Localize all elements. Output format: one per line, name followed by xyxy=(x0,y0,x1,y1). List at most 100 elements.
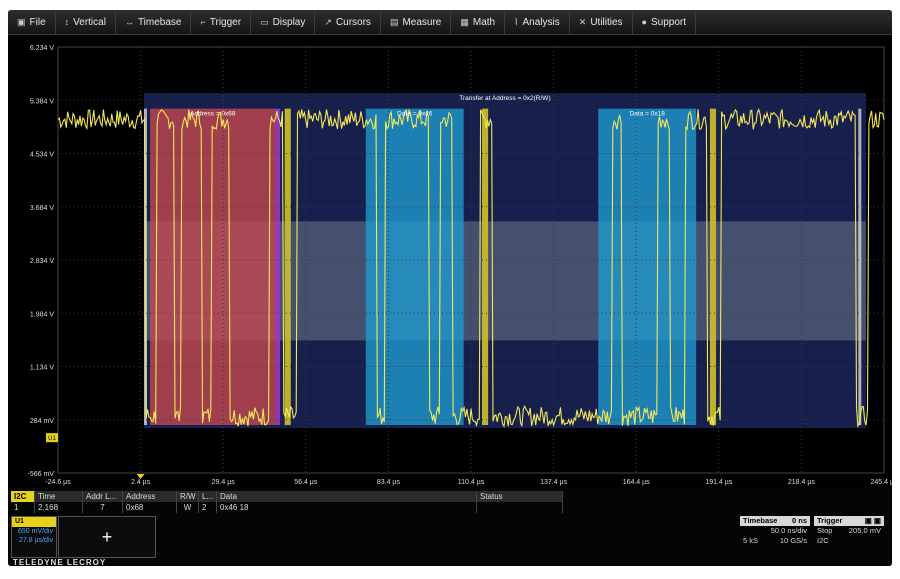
ack-bit-1 xyxy=(284,108,291,426)
table-row[interactable]: 1 2.168 7 0x68 W 2 0x46 18 xyxy=(11,502,563,513)
support-icon: ● xyxy=(641,17,647,27)
address-label: Address = 0x68 xyxy=(190,111,236,118)
menu-label: Measure xyxy=(402,16,442,28)
address-packet xyxy=(150,108,276,426)
x-axis-label: 245.4 µs xyxy=(871,479,893,486)
trigger-descriptor[interactable]: Trigger ▣ ▣ Stop 205.0 mV I2C xyxy=(814,516,884,546)
data-label-1: Data = 0x46 xyxy=(397,111,433,118)
channel-horizontal-scale: 27.8 µs/div xyxy=(19,537,53,544)
menu-label: Utilities xyxy=(590,16,623,28)
header-data: Data xyxy=(217,491,477,502)
x-axis-label: 2.4 µs xyxy=(131,479,151,486)
rw-bit xyxy=(275,108,281,426)
cell-status xyxy=(477,502,563,513)
cell-time: 2.168 xyxy=(35,502,83,513)
header-data-len: L... xyxy=(199,491,217,502)
plus-icon: + xyxy=(101,526,113,547)
y-axis-label: 5.384 V xyxy=(30,98,54,105)
y-axis-label: 6.234 V xyxy=(30,45,54,52)
menu-trigger[interactable]: ⌐ Trigger xyxy=(191,10,252,34)
timebase-delay: 0 ns xyxy=(791,516,807,525)
cell-addr-len: 7 xyxy=(83,502,123,513)
trigger-level: 205.0 mV xyxy=(848,526,881,535)
utilities-icon: ✕ xyxy=(578,16,587,27)
menu-math[interactable]: ▦ Math xyxy=(451,10,506,34)
x-axis-label: 29.4 µs xyxy=(212,479,236,486)
channel-name: U1 xyxy=(12,517,56,527)
waveform-display[interactable]: 6.234 V 5.384 V 4.534 V 3.684 V 2.834 V 1.984… xyxy=(8,35,892,487)
x-axis-label: 164.4 µs xyxy=(623,479,650,486)
timebase-rate: 50.0 ns/div xyxy=(770,526,807,535)
decode-title-label: Transfer at Address = 0x2(R/W) xyxy=(459,95,550,102)
y-axis-label: 2.834 V xyxy=(30,258,54,265)
cursors-icon: ↗ xyxy=(324,16,332,27)
menu-label: File xyxy=(29,16,46,28)
menu-label: Math xyxy=(472,16,496,28)
x-axis-label: 56.4 µs xyxy=(294,479,318,486)
menu-analysis[interactable]: ⌇ Analysis xyxy=(505,10,570,34)
decode-table: I2C Time Addr L... Address R/W L... Data… xyxy=(11,491,563,513)
cell-data-len: 2 xyxy=(199,502,217,513)
x-axis-label: 191.4 µs xyxy=(705,479,732,486)
y-axis-label: 1.134 V xyxy=(30,365,54,372)
decode-table-header: I2C Time Addr L... Address R/W L... Data… xyxy=(11,491,563,502)
channel-descriptor-box[interactable]: U1 650 mV/div 27.8 µs/div xyxy=(11,516,57,558)
y-axis-label: 284 mV xyxy=(30,418,54,425)
menu-vertical[interactable]: ↕ Vertical xyxy=(56,10,116,34)
trigger-source: I2C xyxy=(817,536,829,545)
menu-label: Vertical xyxy=(73,16,106,28)
display-icon: ▭ xyxy=(260,16,269,27)
x-axis-label: 218.4 µs xyxy=(788,479,815,486)
trigger-icon: ⌐ xyxy=(200,17,206,27)
header-address: Address xyxy=(123,491,177,502)
data-label-2: Data = 0x18 xyxy=(630,111,666,118)
menu-support[interactable]: ● Support xyxy=(633,10,697,34)
channel-vertical-scale: 650 mV/div xyxy=(17,528,53,535)
protocol-tag[interactable]: I2C xyxy=(11,491,35,502)
file-icon: ▣ xyxy=(17,16,26,27)
menu-utilities[interactable]: ✕ Utilities xyxy=(570,10,633,34)
menu-label: Display xyxy=(272,16,306,28)
menu-display[interactable]: ▭ Display xyxy=(251,10,316,34)
ack-bit-2 xyxy=(482,108,489,426)
menu-label: Analysis xyxy=(522,16,560,28)
add-trace-button[interactable]: + xyxy=(58,516,156,558)
menu-label: Trigger xyxy=(209,16,242,28)
menu-label: Timebase xyxy=(137,16,182,28)
analysis-icon: ⌇ xyxy=(514,16,519,27)
cell-rw: W xyxy=(177,502,199,513)
menu-bar: ▣ File ↕ Vertical ↔ Timebase ⌐ Trigger ▭ Display ↗… xyxy=(8,10,892,35)
timebase-title: Timebase xyxy=(743,516,778,525)
header-addr-len: Addr L... xyxy=(83,491,123,502)
trigger-title: Trigger xyxy=(817,516,843,525)
brand-logo-text: TELEDYNE LECROY xyxy=(13,558,107,566)
row-index: 1 xyxy=(11,502,35,513)
timebase-sample-rate: 10 GS/s xyxy=(779,536,807,545)
trigger-icons: ▣ ▣ xyxy=(864,516,881,525)
cell-data: 0x46 18 xyxy=(217,502,477,513)
ack-bit-3 xyxy=(709,108,717,426)
y-axis-label: -566 mV xyxy=(28,471,55,478)
menu-cursors[interactable]: ↗ Cursors xyxy=(315,10,381,34)
timebase-samples: 5 kS xyxy=(743,536,759,545)
y-axis-label: 4.534 V xyxy=(30,152,54,159)
menu-measure[interactable]: ▤ Measure xyxy=(381,10,452,34)
channel-marker-label: U1 xyxy=(48,436,56,442)
header-rw: R/W xyxy=(177,491,199,502)
measure-icon: ▤ xyxy=(389,16,399,27)
cell-address: 0x68 xyxy=(123,502,177,513)
menu-file[interactable]: ▣ File xyxy=(8,10,56,34)
x-axis-label: 110.4 µs xyxy=(458,479,485,486)
timebase-descriptor[interactable]: Timebase 0 ns 50.0 ns/div 5 kS 10 GS/s xyxy=(740,516,810,546)
x-axis-label: -24.6 µs xyxy=(45,479,71,486)
x-axis-label: 137.4 µs xyxy=(540,479,567,486)
x-axis-label: 83.4 µs xyxy=(377,479,401,486)
stop-marker xyxy=(858,108,862,426)
y-axis-label: 3.684 V xyxy=(30,205,54,212)
header-time: Time xyxy=(35,491,83,502)
timebase-icon: ↔ xyxy=(124,17,134,27)
vertical-icon: ↕ xyxy=(64,17,70,27)
menu-timebase[interactable]: ↔ Timebase xyxy=(116,10,192,34)
header-status: Status xyxy=(477,491,563,502)
y-axis-label: 1.984 V xyxy=(30,311,54,318)
